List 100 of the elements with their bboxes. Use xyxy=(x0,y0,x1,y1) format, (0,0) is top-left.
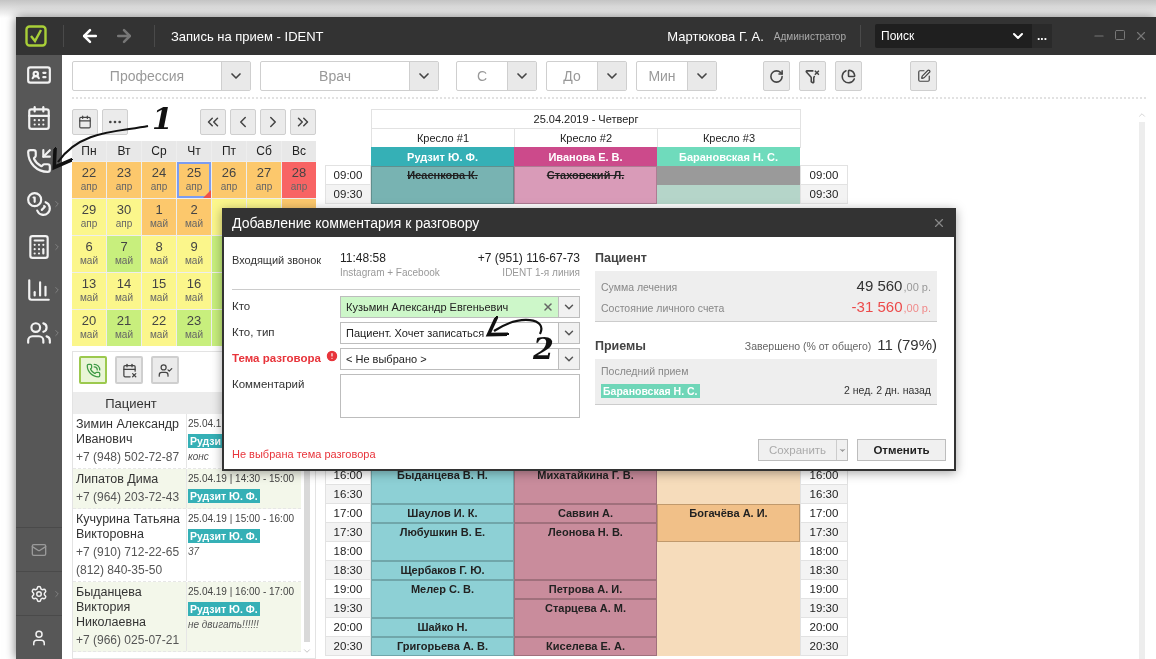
weekday-label: Пн xyxy=(72,141,106,161)
time-label: 18:30 xyxy=(325,560,371,580)
field-label: Тема разговора xyxy=(232,352,321,364)
dialog-title: Добавление комментария к разговору xyxy=(232,214,481,231)
day-number: 20 xyxy=(81,313,97,329)
day-number: 29 xyxy=(81,202,97,218)
day-number: 22 xyxy=(151,313,167,329)
day-number: 21 xyxy=(116,313,132,329)
summary-label: Состояние личного счета xyxy=(601,302,726,314)
day-number: 23 xyxy=(116,165,132,181)
day-number: 15 xyxy=(151,276,167,292)
day-number: 30 xyxy=(116,202,132,218)
appointment-note: не двигать!!!!!! xyxy=(188,619,259,630)
caller-phone: +7 (951) 116-67-73 xyxy=(477,251,580,265)
time-label: 18:00 xyxy=(800,541,848,561)
month-label: май xyxy=(115,255,133,267)
day-number: 16 xyxy=(186,276,202,292)
field-label: Кто, тип xyxy=(232,326,275,338)
appointment-note: конс xyxy=(188,451,209,462)
user-role: Администратор xyxy=(773,30,846,42)
phone-number: (812) 840-35-50 xyxy=(76,563,164,578)
time-label: 09:00 xyxy=(800,165,848,185)
month-label: май xyxy=(185,218,203,230)
month-label: май xyxy=(80,255,98,267)
field-label: Комментарий xyxy=(232,378,305,390)
time-label: 20:00 xyxy=(325,617,371,637)
month-label: апр xyxy=(115,218,133,230)
day-number: 22 xyxy=(81,165,97,181)
date-header: 25.04.2019 - Четверг xyxy=(371,109,801,129)
call-time: 11:48:58 xyxy=(340,251,386,265)
month-label: апр xyxy=(185,181,203,193)
day-number: 23 xyxy=(186,313,202,329)
appointment-time: 25.04.19 | 15:00 - 16:00 xyxy=(188,512,294,526)
appointment-note: 37 xyxy=(188,546,200,557)
day-number: 8 xyxy=(155,239,163,255)
time-label: 18:00 xyxy=(325,541,371,561)
time-label: 20:00 xyxy=(800,617,848,637)
weekday-label: Чт xyxy=(177,141,211,161)
doctor-tag: Рудзит Ю. Ф. xyxy=(188,489,260,503)
time-label: 19:30 xyxy=(325,598,371,618)
month-label: апр xyxy=(115,181,133,193)
day-number: 26 xyxy=(221,165,237,181)
doctor-tag: Рудзит Ю. Ф. xyxy=(188,602,260,616)
window-title: Запись на прием - IDENT xyxy=(171,28,324,44)
month-label: май xyxy=(150,329,168,341)
annotation-number: 1 xyxy=(152,104,173,134)
time-label: 20:30 xyxy=(325,636,371,656)
month-label: апр xyxy=(290,181,308,193)
month-label: май xyxy=(185,292,203,304)
amount-fraction: ,00 р. xyxy=(903,302,931,314)
call-label: Входящий звонок xyxy=(232,254,323,266)
time-label: 19:00 xyxy=(800,579,848,599)
doctor-tag: Рудзит Ю. Ф. xyxy=(188,529,260,543)
day-number: 28 xyxy=(291,165,307,181)
time-label: 17:30 xyxy=(325,522,371,542)
time-label: 17:00 xyxy=(800,503,848,523)
weekday-label: Вс xyxy=(282,141,316,161)
day-number: 9 xyxy=(190,239,198,255)
time-label: 09:00 xyxy=(325,165,371,185)
weekday-label: Ср xyxy=(142,141,176,161)
time-label: 09:30 xyxy=(325,184,371,204)
month-label: май xyxy=(150,255,168,267)
section-title: Приемы xyxy=(595,339,647,353)
appointment-time: 25.04.19 | 14:30 - 15:00 xyxy=(188,472,294,486)
completed-value: 11 (79%) xyxy=(877,336,937,353)
time-label: 19:30 xyxy=(800,598,848,618)
weekday-label: Вт xyxy=(107,141,141,161)
last-visit-label: Последний прием xyxy=(601,365,690,377)
completed-label: Завершено (% от общего) xyxy=(744,340,872,352)
month-label: май xyxy=(115,329,133,341)
month-label: май xyxy=(80,292,98,304)
call-source: Instagram + Facebook xyxy=(340,267,440,278)
day-number: 6 xyxy=(85,239,93,255)
phone-number: +7 (948) 502-72-87 xyxy=(76,450,181,465)
day-number: 2 xyxy=(190,202,198,218)
weekday-label: Пт xyxy=(212,141,246,161)
patient-name: Быданцева Виктория Николаевна xyxy=(76,585,147,630)
amount-fraction: ,00 р. xyxy=(903,281,931,293)
appointment-time: 25.04.1 xyxy=(188,417,222,431)
day-number: 24 xyxy=(151,165,167,181)
patient-name: Зимин Александр Иванович xyxy=(76,417,181,447)
day-number: 13 xyxy=(81,276,97,292)
field-label: Кто xyxy=(232,300,251,312)
summary-label: Сумма лечения xyxy=(601,281,679,293)
month-label: май xyxy=(115,292,133,304)
time-label: 16:30 xyxy=(800,484,848,504)
amount-value: -31 560 xyxy=(851,298,903,315)
month-label: апр xyxy=(80,218,98,230)
doctor-header: Барановская Н. С. xyxy=(657,147,800,166)
month-label: май xyxy=(150,218,168,230)
error-message: Не выбрана тема разговора xyxy=(232,448,377,460)
time-label: 17:30 xyxy=(800,522,848,542)
month-label: апр xyxy=(220,181,238,193)
time-label: 16:30 xyxy=(325,484,371,504)
month-label: май xyxy=(185,255,203,267)
month-label: май xyxy=(185,329,203,341)
amount-value: 49 560 xyxy=(856,277,903,294)
month-label: апр xyxy=(80,181,98,193)
section-title: Пациент xyxy=(595,251,648,265)
time-label: 20:30 xyxy=(800,636,848,656)
